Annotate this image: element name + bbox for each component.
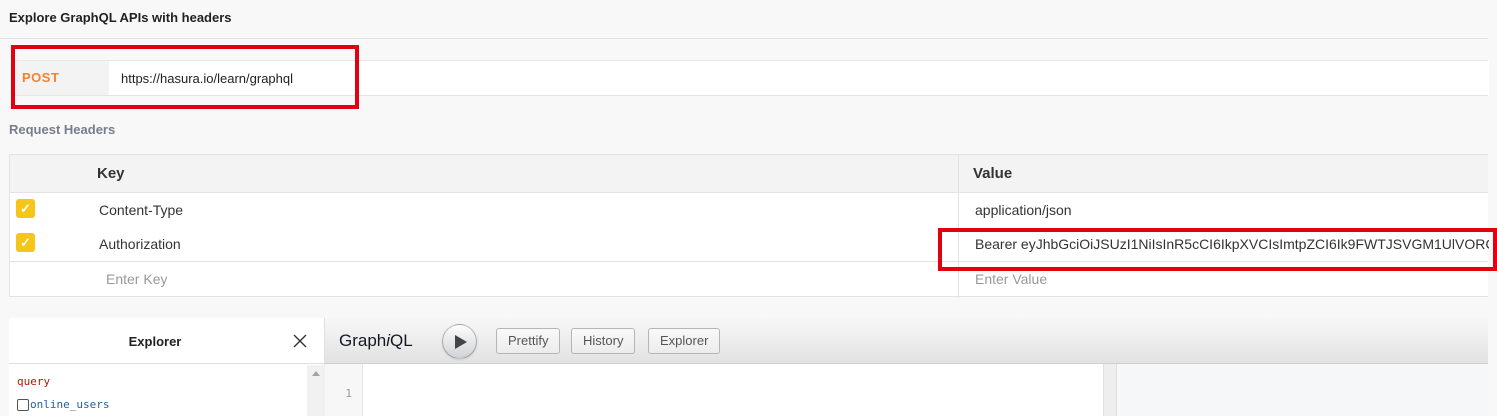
header-enabled-checkbox[interactable]: ✓ [16,199,35,218]
play-icon [455,335,467,349]
header-key[interactable]: Content-Type [99,193,949,227]
checkmark-icon: ✓ [20,235,31,250]
explorer-tree: query online_users [9,365,307,416]
title-divider [0,38,1488,39]
query-keyword: query [17,375,51,388]
url-highlight-box [11,45,359,109]
auth-token-highlight-box [938,228,1497,271]
scroll-up-icon[interactable] [312,371,320,376]
graphiql-toolbar: GraphiQL Prettify History Explorer [325,318,1488,364]
editor-result-divider[interactable] [1103,364,1117,416]
explorer-toggle-button[interactable]: Explorer [648,328,721,354]
header-enabled-checkbox[interactable]: ✓ [16,233,35,252]
checkmark-icon: ✓ [20,201,31,216]
header-value[interactable]: application/json [975,193,1489,227]
field-label: online_users [30,398,110,411]
history-button[interactable]: History [571,328,636,354]
line-number: 1 [345,387,352,400]
explorer-header: Explorer [9,318,325,364]
new-header-key-input[interactable]: Enter Key [106,262,167,296]
explorer-title: Explorer [128,334,182,349]
line-number-gutter: 1 [325,364,363,416]
query-editor[interactable]: 1 [325,364,1103,416]
headers-table-header: Key Value [10,155,1488,193]
key-column-header: Key [97,165,125,182]
explorer-panel: Explorer query online_users [9,318,325,416]
result-pane [1117,364,1488,416]
prettify-button[interactable]: Prettify [496,328,561,354]
page-title: Explore GraphQL APIs with headers [9,10,232,25]
field-online-users[interactable]: online_users [17,398,109,411]
field-checkbox[interactable] [17,398,29,411]
header-row-content-type: ✓ Content-Type application/json [10,193,1488,227]
request-headers-label: Request Headers [9,122,116,137]
value-column-header: Value [973,165,1013,182]
close-icon[interactable] [291,332,309,350]
header-key[interactable]: Authorization [99,227,949,261]
run-query-button[interactable] [442,324,477,359]
explorer-scrollbar[interactable] [307,365,325,416]
graphiql-logo: GraphiQL [339,331,413,350]
request-headers-table: Key Value ✓ Content-Type application/jso… [9,154,1489,298]
